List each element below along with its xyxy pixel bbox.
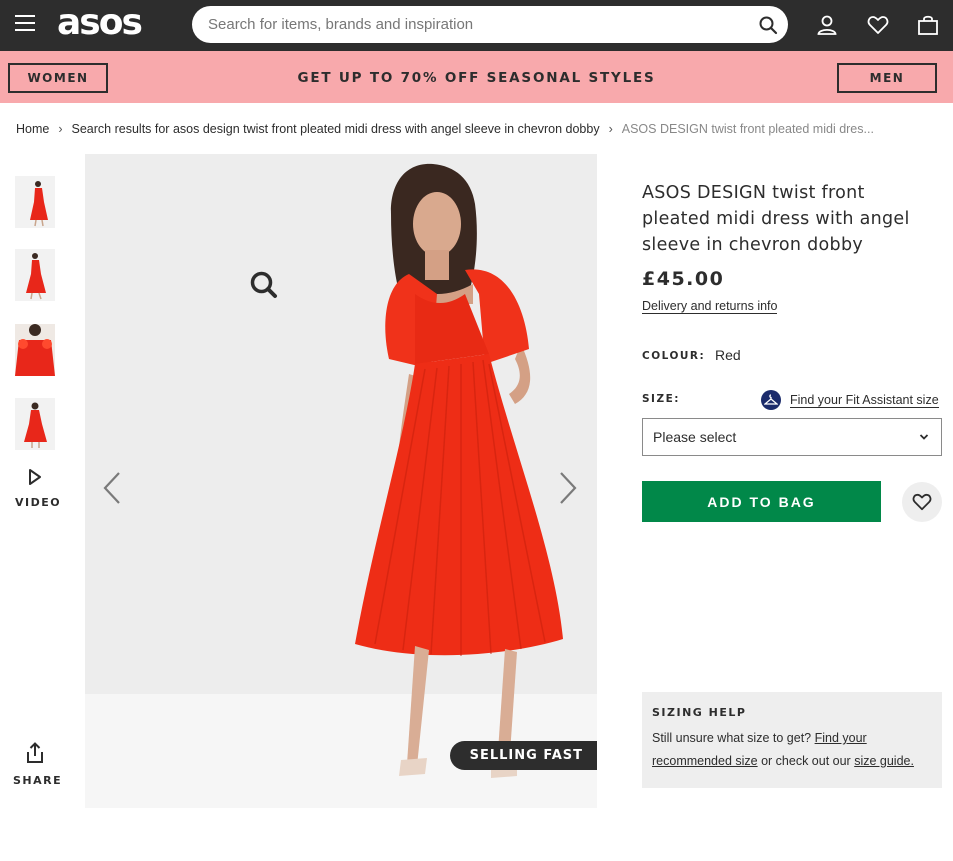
next-image-arrow-icon[interactable]	[557, 470, 579, 506]
thumbnail-3[interactable]	[15, 324, 55, 376]
share-label: SHARE	[13, 774, 63, 787]
video-button[interactable]: VIDEO	[15, 468, 62, 509]
bag-icon[interactable]	[917, 14, 939, 36]
breadcrumb-search-results[interactable]: Search results for asos design twist fro…	[72, 122, 600, 136]
promo-banner: WOMEN GET UP TO 70% OFF SEASONAL STYLES …	[0, 51, 953, 103]
add-to-bag-button[interactable]: ADD TO BAG	[642, 481, 881, 522]
fit-assistant-text: Find your Fit Assistant size	[790, 392, 939, 408]
account-icon[interactable]	[816, 14, 838, 36]
dress-back-thumbnail-image	[24, 402, 47, 448]
fit-assistant-hanger-icon	[761, 390, 781, 410]
size-select[interactable]: Please select	[642, 418, 942, 456]
search-bar	[192, 6, 788, 43]
sizing-help-text-1: Still unsure what size to get?	[652, 731, 815, 745]
save-for-later-button[interactable]	[902, 482, 942, 522]
colour-value: Red	[715, 347, 741, 363]
thumbnail-2[interactable]	[15, 249, 55, 301]
search-icon[interactable]	[758, 15, 778, 35]
zoom-icon[interactable]	[249, 270, 279, 302]
delivery-returns-link[interactable]: Delivery and returns info	[642, 299, 778, 314]
search-input[interactable]	[208, 14, 748, 35]
breadcrumb-current: ASOS DESIGN twist front pleated midi dre…	[621, 122, 874, 136]
main-product-image[interactable]: SELLING FAST	[85, 154, 597, 808]
product-title: ASOS DESIGN twist front pleated midi dre…	[642, 183, 910, 255]
dress-thumbnail-image	[30, 181, 48, 227]
chevron-down-icon	[919, 434, 929, 440]
sizing-help-title: SIZING HELP	[652, 706, 747, 719]
previous-image-arrow-icon[interactable]	[101, 470, 123, 506]
play-icon	[29, 469, 41, 485]
model-in-red-dress-image	[85, 154, 597, 808]
share-button[interactable]: SHARE	[13, 742, 63, 787]
top-nav-bar: asos	[0, 0, 953, 51]
breadcrumb: Home › Search results for asos design twis…	[16, 122, 874, 136]
thumbnail-1[interactable]	[15, 176, 55, 228]
sizing-help-box: SIZING HELP Still unsure what size to ge…	[642, 692, 942, 788]
breadcrumb-separator: ›	[58, 122, 63, 136]
fit-assistant-link[interactable]: Find your Fit Assistant size	[761, 390, 939, 410]
size-select-value: Please select	[653, 429, 737, 445]
heart-icon	[912, 493, 932, 511]
saved-items-heart-icon[interactable]	[867, 14, 889, 36]
promo-text[interactable]: GET UP TO 70% OFF SEASONAL STYLES	[0, 70, 953, 86]
product-price: £45.00	[642, 268, 725, 290]
asos-logo[interactable]: asos	[57, 2, 143, 43]
sizing-help-text-2: or check out our	[757, 754, 855, 768]
menu-icon[interactable]	[15, 15, 35, 31]
men-button[interactable]: MEN	[837, 63, 937, 93]
share-icon	[27, 742, 43, 763]
sizing-help-text: Still unsure what size to get? Find your…	[652, 727, 932, 773]
breadcrumb-separator: ›	[608, 122, 613, 136]
selling-fast-badge: SELLING FAST	[449, 741, 597, 770]
dress-closeup-thumbnail-image	[15, 324, 55, 376]
thumbnail-4[interactable]	[15, 398, 55, 450]
colour-label: COLOUR:	[642, 350, 706, 362]
video-label: VIDEO	[15, 496, 62, 509]
size-label: SIZE:	[642, 393, 680, 405]
dress-thumbnail-image	[26, 253, 46, 300]
breadcrumb-home[interactable]: Home	[16, 122, 49, 136]
size-guide-link[interactable]: size guide.	[854, 754, 914, 768]
